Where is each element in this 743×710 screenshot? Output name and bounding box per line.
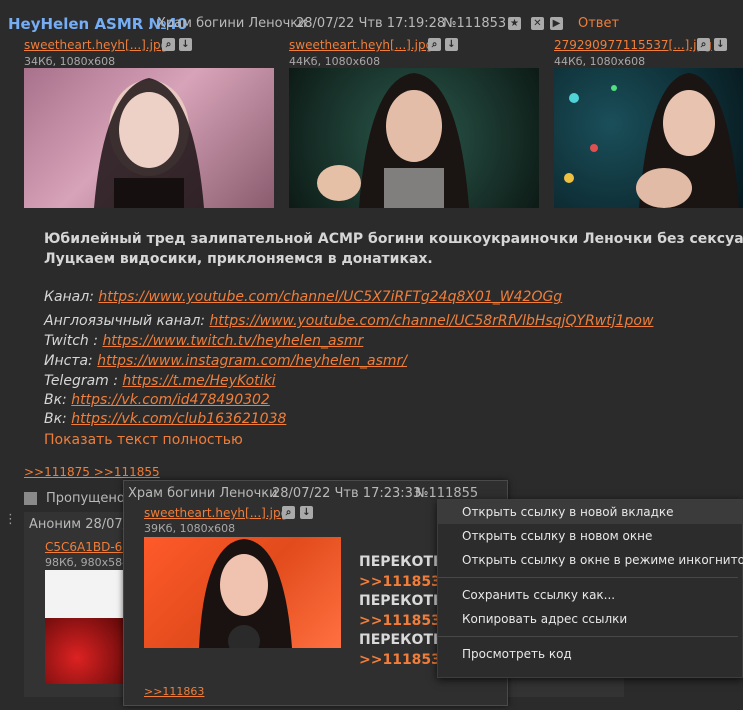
popup-line-3: ПЕРЕКОТЫ [359,593,448,609]
popup-line-1: ПЕРЕКОТЫ [359,554,448,570]
play-icon[interactable]: ▶ [550,17,563,30]
close-icon[interactable]: ✕ [531,17,544,30]
link-label: Англоязычный канал: [44,313,205,329]
reply-thumb-red[interactable] [45,618,125,684]
link-label: Twitch : [44,333,98,349]
post-author: Храм богини Леночки [157,16,307,31]
file-meta-2: 44Кб, 1080x608 [289,55,381,68]
popup-thumbnail[interactable] [144,537,341,648]
file-meta-3: 44Кб, 1080x608 [554,55,646,68]
reply-file-meta: 98Кб, 980x584 [45,556,130,569]
show-full-text-link[interactable]: Показать текст полностью [44,432,243,448]
menu-open-new-window[interactable]: Открыть ссылку в новом окне [438,524,743,548]
post-line-2: Луцкаем видосики, приклоняемся в донатик… [44,251,433,267]
thumbnail-2[interactable] [289,68,539,208]
reply-button[interactable]: Ответ [578,16,619,31]
link-url[interactable]: https://t.me/HeyKotiki [122,373,275,389]
file-meta-1: 34Кб, 1080x608 [24,55,116,68]
menu-copy-link[interactable]: Копировать адрес ссылки [438,607,743,631]
popup-file-meta: 39Кб, 1080x608 [144,522,236,535]
link-row-twitch: Twitch : https://www.twitch.tv/heyhelen_… [44,333,363,349]
link-url[interactable]: https://www.instagram.com/heyhelen_asmr/ [97,353,407,369]
file-name-3[interactable]: 279290977115537[...].jpg [554,38,712,52]
popup-file-name[interactable]: sweetheart.heyh[...].jpg [144,506,288,520]
link-row-vk-1: Вк: https://vk.com/id478490302 [44,392,270,408]
thumbnail-3[interactable] [554,68,743,208]
link-url[interactable]: https://www.youtube.com/channel/UC58rRfV… [209,313,653,329]
link-url[interactable]: https://vk.com/club163621038 [71,411,286,427]
post-number[interactable]: №111853 [443,16,506,31]
menu-inspect[interactable]: Просмотреть код [438,642,743,666]
replies-links[interactable]: >>111875 >>111855 [24,465,160,479]
link-row-english-channel: Англоязычный канал: https://www.youtube.… [44,313,653,329]
download-icon[interactable]: ↓ [445,38,458,51]
skipped-label: Пропущено [46,491,125,506]
reply-thumb-text[interactable] [45,570,125,618]
link-row-vk-2: Вк: https://vk.com/club163621038 [44,411,286,427]
menu-open-new-tab[interactable]: Открыть ссылку в новой вкладке [438,500,743,524]
link-label: Канал: [44,289,94,305]
reply-author: Аноним 28/07/ [29,517,128,532]
link-row-instagram: Инста: https://www.instagram.com/heyhele… [44,353,407,369]
link-row-channel: Канал: https://www.youtube.com/channel/U… [44,289,562,305]
post-line-1: Юбилейный тред залипательной АСМР богини… [44,231,743,247]
link-url[interactable]: https://www.twitch.tv/heyhelen_asmr [102,333,363,349]
search-icon[interactable]: ⌕ [428,38,441,51]
popup-line-5: ПЕРЕКОТЫ [359,632,448,648]
popup-reply-ref[interactable]: >>111863 [144,685,204,698]
link-url[interactable]: https://vk.com/id478490302 [71,392,270,408]
search-icon[interactable]: ⌕ [162,38,175,51]
file-name-1[interactable]: sweetheart.heyh[...].jpg [24,38,168,52]
star-icon[interactable]: ★ [508,17,521,30]
more-icon[interactable]: ⋮ [4,512,17,527]
popup-datetime: 28/07/22 Чтв 17:23:33 [272,486,422,501]
menu-separator [438,636,738,637]
expand-icon[interactable] [24,492,37,505]
post-datetime: 28/07/22 Чтв 17:19:28 [296,16,446,31]
menu-open-incognito[interactable]: Открыть ссылку в окне в режиме инкогнито [438,548,743,572]
search-icon[interactable]: ⌕ [697,38,710,51]
file-name-2[interactable]: sweetheart.heyh[...].jpg [289,38,433,52]
download-icon[interactable]: ↓ [179,38,192,51]
menu-separator [438,577,738,578]
download-icon[interactable]: ↓ [714,38,727,51]
link-label: Инста: [44,353,93,369]
search-icon[interactable]: ⌕ [282,506,295,519]
popup-author: Храм богини Леночки [128,486,278,501]
link-label: Вк: [44,392,67,408]
link-label: Telegram : [44,373,118,389]
link-url[interactable]: https://www.youtube.com/channel/UC5X7iRF… [98,289,562,305]
thumbnail-1[interactable] [24,68,274,208]
menu-save-link[interactable]: Сохранить ссылку как... [438,583,743,607]
context-menu: Открыть ссылку в новой вкладке Открыть с… [437,499,743,678]
download-icon[interactable]: ↓ [300,506,313,519]
link-label: Вк: [44,411,67,427]
link-row-telegram: Telegram : https://t.me/HeyKotiki [44,373,276,389]
